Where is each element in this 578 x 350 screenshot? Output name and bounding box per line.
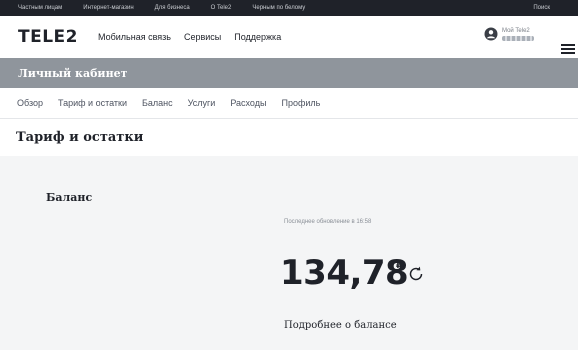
- account-label: Мой Tele2: [502, 28, 530, 34]
- account-menu[interactable]: Мой Tele2: [484, 27, 534, 41]
- nav-item-services[interactable]: Сервисы: [184, 32, 221, 42]
- cabinet-title[interactable]: Личный кабинет: [18, 67, 127, 80]
- site-header: TELE2 Мобильная связь Сервисы Поддержка …: [0, 16, 578, 58]
- topbar-link-about[interactable]: О Tele2: [211, 5, 232, 11]
- tab-profile[interactable]: Профиль: [281, 98, 320, 108]
- refresh-icon[interactable]: [407, 265, 425, 283]
- tab-expenses[interactable]: Расходы: [230, 98, 266, 108]
- currency-sign: ₽: [396, 261, 402, 270]
- hamburger-icon[interactable]: [561, 44, 575, 54]
- tab-tariff[interactable]: Тариф и остатки: [58, 98, 127, 108]
- balance-details-link[interactable]: Подробнее о балансе: [284, 320, 397, 331]
- top-utility-bar: Частным лицам Интернет-магазин Для бизне…: [0, 0, 578, 16]
- nav-item-support[interactable]: Поддержка: [234, 32, 281, 42]
- search-link[interactable]: Поиск: [533, 0, 550, 16]
- account-number-masked: [502, 36, 534, 41]
- balance-amount: 134,78: [280, 253, 409, 293]
- tele2-logo[interactable]: TELE2: [18, 27, 98, 47]
- user-icon: [484, 27, 498, 41]
- topbar-link-private[interactable]: Частным лицам: [18, 5, 62, 11]
- page-header: Тариф и остатки: [0, 119, 578, 156]
- topbar-link-black-on-white[interactable]: Черным по белому: [252, 5, 305, 11]
- tab-overview[interactable]: Обзор: [17, 98, 43, 108]
- tab-balance[interactable]: Баланс: [142, 98, 173, 108]
- page-title: Тариф и остатки: [16, 130, 144, 145]
- balance-section: Баланс Последнее обновление в 16:58 134,…: [0, 157, 578, 350]
- nav-item-mobile[interactable]: Мобильная связь: [98, 32, 171, 42]
- cabinet-bar: Личный кабинет: [0, 58, 578, 88]
- cabinet-subnav: Обзор Тариф и остатки Баланс Услуги Расх…: [0, 88, 578, 119]
- last-update-text: Последнее обновление в 16:58: [284, 219, 372, 225]
- topbar-link-shop[interactable]: Интернет-магазин: [83, 5, 133, 11]
- topbar-link-business[interactable]: Для бизнеса: [155, 5, 190, 11]
- balance-heading: Баланс: [46, 191, 93, 204]
- main-nav: Мобильная связь Сервисы Поддержка: [98, 32, 294, 42]
- tab-services[interactable]: Услуги: [188, 98, 216, 108]
